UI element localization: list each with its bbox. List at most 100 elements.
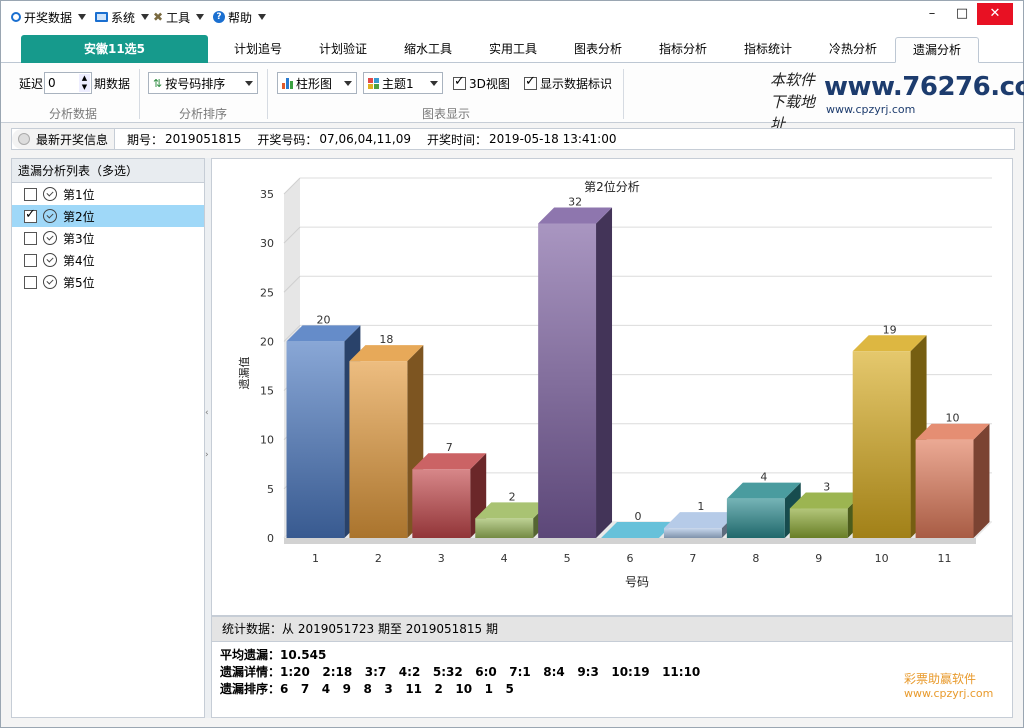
show-labels-checkbox[interactable] <box>524 74 537 90</box>
list-item[interactable]: 第2位 <box>12 205 204 227</box>
tab-index-analysis[interactable]: 指标分析 <box>648 37 718 63</box>
bar <box>412 469 471 538</box>
list-item[interactable]: 第1位 <box>12 183 204 205</box>
minimize-button[interactable]: – <box>917 3 947 25</box>
item-label: 第5位 <box>63 275 95 290</box>
avg-omission-line: 平均遗漏：10.545 <box>220 646 326 663</box>
latest-draw-title: 最新开奖信息 <box>36 132 109 147</box>
y-tick-label: 5 <box>267 483 274 496</box>
list-item[interactable]: 第5位 <box>12 271 204 293</box>
bar-value-label: 4 <box>760 471 767 484</box>
chevron-down-icon <box>78 14 87 20</box>
list-item[interactable]: 第4位 <box>12 249 204 271</box>
time-value: 2019-05-18 13:41:00 <box>489 132 617 146</box>
avg-label: 平均遗漏： <box>220 648 281 662</box>
time-label: 开奖时间： <box>427 132 488 147</box>
clock-icon <box>43 209 57 223</box>
y-tick-label: 0 <box>267 532 274 545</box>
tab-omission-analysis[interactable]: 遗漏分析 <box>895 37 979 63</box>
maximize-button[interactable]: □ <box>947 3 977 25</box>
tab-chart-analysis[interactable]: 图表分析 <box>563 37 633 63</box>
item-checkbox[interactable] <box>24 207 37 223</box>
menu-label: 工具 <box>166 10 191 25</box>
tab-strip: 安徽11选5 计划追号 计划验证 缩水工具 实用工具 图表分析 指标分析 指标统… <box>1 31 1023 63</box>
delay-spinner[interactable]: 0 ▲ ▼ <box>44 72 92 94</box>
numbers-value: 07,06,04,11,09 <box>319 132 412 146</box>
bar <box>915 439 974 538</box>
brand-url: www.cpzyrj.com <box>904 687 994 700</box>
latest-draw-toggle[interactable]: 最新开奖信息 <box>12 129 116 149</box>
y-tick-label: 15 <box>260 385 274 398</box>
stats-header: 统计数据：从 2019051723 期至 2019051815 期 <box>211 616 1013 642</box>
x-tick-label: 2 <box>375 552 382 565</box>
menu-tools[interactable]: ✖ 工具 <box>153 9 205 25</box>
bar-value-label: 18 <box>379 333 393 346</box>
menu-label: 帮助 <box>228 10 253 25</box>
item-checkbox[interactable] <box>24 253 37 267</box>
chart-type-value: 柱形图 <box>296 76 333 91</box>
stats-body: 平均遗漏：10.545 遗漏详情：1:20 2:18 3:7 4:2 5:32 … <box>211 642 1013 718</box>
tab-plan-chase[interactable]: 计划追号 <box>223 37 293 63</box>
watermark-logo: 本软件 下载地址 www.76276.com www.cpzyrj.com <box>766 67 1024 133</box>
circle-icon <box>11 12 21 22</box>
detail-label: 遗漏详情： <box>220 665 281 679</box>
sort-icon: ⇅ <box>153 76 163 90</box>
tab-utility[interactable]: 实用工具 <box>478 37 548 63</box>
y-tick-label: 10 <box>260 434 274 447</box>
collapse-left-icon[interactable]: ‹ <box>205 408 209 418</box>
tab-hot-cold[interactable]: 冷热分析 <box>818 37 888 63</box>
chart-type-select[interactable]: 柱形图 <box>277 72 357 94</box>
period-label: 期号： <box>127 132 164 147</box>
item-checkbox[interactable] <box>24 187 37 201</box>
bar-value-label: 19 <box>883 323 897 336</box>
menu-help[interactable]: ? 帮助 <box>213 9 267 25</box>
y-tick-label: 20 <box>260 335 274 348</box>
menu-lottery-data[interactable]: 开奖数据 <box>11 9 87 25</box>
bar-value-label: 1 <box>697 500 704 513</box>
x-tick-label: 4 <box>501 552 508 565</box>
show-labels-toggle[interactable]: 显示数据标识 <box>524 74 612 92</box>
bar <box>726 498 785 538</box>
bar-value-label: 2 <box>509 490 516 503</box>
bar <box>663 528 722 538</box>
tab-home[interactable]: 安徽11选5 <box>21 35 208 63</box>
delay-label: 延迟 <box>19 77 44 91</box>
item-label: 第2位 <box>63 209 95 224</box>
x-tick-label: 7 <box>689 552 696 565</box>
expand-right-icon[interactable]: › <box>205 450 209 460</box>
item-checkbox[interactable] <box>24 275 37 289</box>
list-item[interactable]: 第3位 <box>12 227 204 249</box>
chart-title: 第2位分析 <box>584 179 640 194</box>
radio-icon <box>18 133 30 145</box>
period-label: 期数据 <box>94 77 131 91</box>
x-axis-title: 号码 <box>625 575 649 589</box>
view3d-toggle[interactable]: 3D视图 <box>453 74 510 92</box>
rank-label: 遗漏排序： <box>220 682 281 696</box>
group-label-sort: 分析排序 <box>179 107 228 121</box>
view3d-checkbox[interactable] <box>453 74 466 90</box>
tab-plan-verify[interactable]: 计划验证 <box>308 37 378 63</box>
item-checkbox[interactable] <box>24 231 37 245</box>
menu-label: 开奖数据 <box>24 10 73 25</box>
item-label: 第1位 <box>63 187 95 202</box>
clock-icon <box>43 275 57 289</box>
spin-up-icon[interactable]: ▲ <box>79 74 90 83</box>
theme-select[interactable]: 主题1 <box>363 72 443 94</box>
latest-draw-bar: 最新开奖信息 期号： 2019051815 开奖号码： 07,06,04,11,… <box>11 128 1015 150</box>
clock-icon <box>43 187 57 201</box>
menu-system[interactable]: 系统 <box>95 9 150 25</box>
spin-down-icon[interactable]: ▼ <box>79 83 90 92</box>
ribbon-separator <box>139 69 140 119</box>
x-tick-label: 6 <box>627 552 634 565</box>
tab-index-stats[interactable]: 指标统计 <box>733 37 803 63</box>
tools-icon: ✖ <box>153 10 164 24</box>
clock-icon <box>43 231 57 245</box>
close-button[interactable]: ✕ <box>977 3 1013 25</box>
group-label-chart: 图表显示 <box>422 107 471 121</box>
sort-value: 按号码排序 <box>165 76 226 91</box>
tab-reduce-tool[interactable]: 缩水工具 <box>393 37 463 63</box>
x-tick-label: 1 <box>312 552 319 565</box>
bar <box>852 351 911 538</box>
x-tick-label: 9 <box>815 552 822 565</box>
sort-select[interactable]: ⇅ 按号码排序 <box>148 72 258 94</box>
